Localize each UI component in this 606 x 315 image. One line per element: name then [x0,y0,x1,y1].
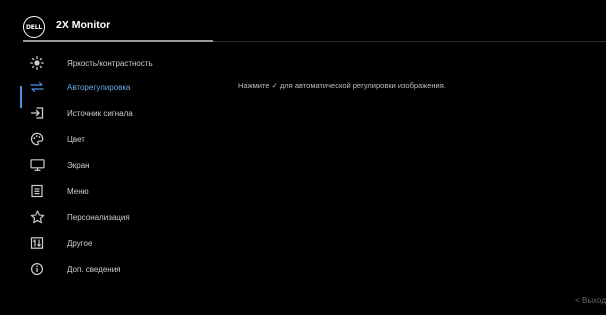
menu-item-input-source[interactable]: Источник сигнала [0,100,220,126]
display-monitor-icon [29,157,45,173]
menu-item-personalize[interactable]: Персонализация [0,204,220,230]
menu-item-label: Источник сигнала [67,108,133,118]
header-divider [213,40,606,42]
logo-text: DELL [26,23,42,31]
menu-item-label: Другое [67,238,93,248]
menu-item-label: Меню [67,186,89,196]
auto-adjust-description: Нажмите ✓ для автоматической регулировки… [238,81,446,90]
menu-item-brightness-contrast[interactable]: Яркость/контрастность [0,50,220,76]
menu-document-icon [29,183,45,199]
menu-item-auto-adjust[interactable]: Авторегулировка [0,74,220,100]
menu-item-more-info[interactable]: Доп. сведения [0,256,220,282]
menu-item-label: Персонализация [67,212,130,222]
menu-item-display[interactable]: Экран [0,152,220,178]
menu-item-label: Экран [67,160,90,170]
info-icon [29,261,45,277]
monitor-osd: DELL 2X Monitor Яркость/контрастность Ав… [0,0,606,315]
auto-adjust-icon [29,79,45,95]
color-palette-icon [29,131,45,147]
dell-logo: DELL [23,16,45,38]
title-underline [23,40,213,42]
menu-item-label: Авторегулировка [67,82,131,92]
menu-item-menu[interactable]: Меню [0,178,220,204]
page-title: 2X Monitor [56,19,111,31]
menu-item-label: Доп. сведения [67,264,121,274]
menu-item-label: Яркость/контрастность [67,58,153,68]
brightness-icon [29,55,45,71]
input-source-icon [29,105,45,121]
exit-button[interactable]: < Выход [575,296,606,305]
menu-item-label: Цвет [67,134,85,144]
menu-item-other[interactable]: Другое [0,230,220,256]
star-icon [29,209,45,225]
other-settings-icon [29,235,45,251]
menu-item-color[interactable]: Цвет [0,126,220,152]
